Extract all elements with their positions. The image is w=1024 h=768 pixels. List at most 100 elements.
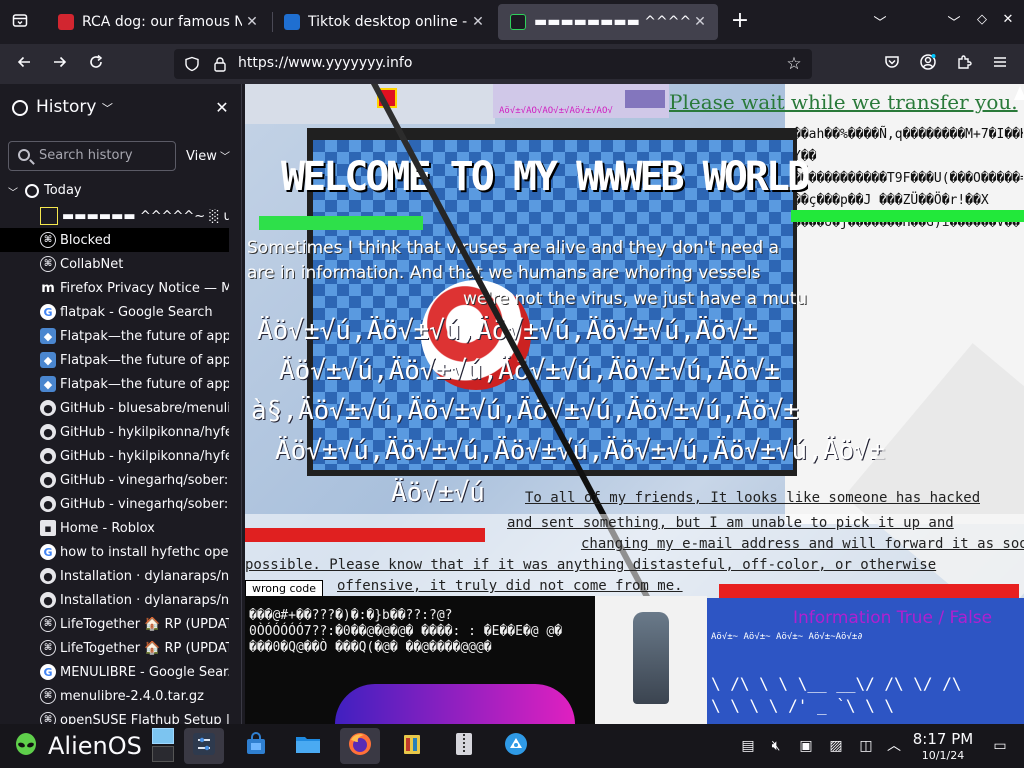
history-item-label: GitHub - vinegarhq/sober: (60, 496, 229, 512)
list-item[interactable]: ◆ Flatpak—the future of app. (0, 372, 229, 396)
list-item[interactable]: G MENULIBRE - Google Sear.. (0, 660, 229, 684)
sidebar-switcher[interactable]: History ﹀ (36, 97, 113, 117)
alien-launcher-icon[interactable] (12, 732, 40, 760)
glitch-block (625, 90, 665, 108)
minimize-icon[interactable]: ﹀ (944, 12, 964, 32)
virtual-desktop-pager[interactable] (152, 728, 174, 764)
hacked-notice-line: possible. Please know that if it was any… (245, 557, 937, 573)
roblox-sober-icon (504, 732, 528, 760)
taskbar-files-app[interactable] (288, 728, 328, 764)
web-page-content[interactable]: Äö√±√ÄÖ√ÄÖ√±√Äö√±√ÄÖ√ ��ah��%����Ñ,q����… (245, 84, 1024, 724)
search-history-input[interactable]: Search history (8, 141, 176, 171)
extensions-button[interactable] (950, 52, 978, 76)
tab-current[interactable]: ▬▬▬▬▬▬▬▬ ^^^^^~ ░ ui▀▄ ✕ (498, 4, 718, 40)
chevron-down-icon[interactable]: ﹀ (870, 12, 890, 32)
virus-text-line: Sometimes I think that viruses are alive… (247, 238, 779, 258)
taskbar-roblox-app[interactable] (496, 728, 536, 764)
list-item[interactable]: ● GitHub - vinegarhq/sober: (0, 492, 229, 516)
display-icon[interactable]: ▨ (826, 736, 846, 756)
app-menu-button[interactable] (986, 52, 1014, 76)
close-tab-icon[interactable]: ✕ (690, 12, 710, 32)
account-icon (919, 53, 937, 76)
taskbar-settings-app[interactable] (184, 728, 224, 764)
tray-expand-icon[interactable]: ︿ (884, 736, 904, 756)
close-tab-icon[interactable]: ✕ (468, 12, 488, 32)
reload-button[interactable] (82, 52, 110, 76)
list-item[interactable]: ▬▬▬▬▬▬ ^^^^^~ ░ ui▀▄ (0, 204, 229, 228)
history-item-label: LifeTogether 🏠 RP (UPDAT. (60, 640, 229, 656)
list-item[interactable]: Gflatpak - Google Search (0, 300, 229, 324)
list-item[interactable]: ⌘ openSUSE Flathub Setup | (0, 708, 229, 724)
volume-muted-icon[interactable]: 🔇︎ (766, 736, 786, 756)
list-item[interactable]: ● Installation · dylanaraps/n. (0, 588, 229, 612)
tracking-shield-icon[interactable] (184, 56, 200, 72)
mojibake-row: Äö√±√ú,Äö√±√ú,Äö√±√ú,Äö√±√ú,Äö√± (279, 356, 879, 386)
list-item[interactable]: m Firefox Privacy Notice — M (0, 276, 229, 300)
list-item[interactable]: ● GitHub - vinegarhq/sober: (0, 468, 229, 492)
disk-icon[interactable]: ▣ (796, 736, 816, 756)
red-bar (719, 584, 1019, 598)
url-text[interactable]: https://www.yyyyyyy.info (238, 55, 412, 71)
list-item[interactable]: ● GitHub - bluesabre/menuli. (0, 396, 229, 420)
list-item[interactable]: ⌘ menulibre-2.4.0.tar.gz (0, 684, 229, 708)
address-bar[interactable]: https://www.yyyyyyy.info ☆ (174, 49, 812, 79)
list-item[interactable]: ◆ Flatpak—the future of app. (0, 324, 229, 348)
back-button[interactable] (10, 52, 38, 76)
taskbar-zip-app[interactable] (444, 728, 484, 764)
tab-title: RCA dog: our famous Nipp (82, 14, 242, 30)
virus-text-line: are in information. And that we humans a… (247, 263, 761, 283)
list-all-tabs-button[interactable] (6, 10, 34, 34)
history-item-label: openSUSE Flathub Setup | (60, 712, 229, 725)
list-item[interactable]: ◆ Flatpak—the future of app. (0, 348, 229, 372)
tab-rca-dog[interactable]: RCA dog: our famous Nipp ✕ (46, 4, 270, 40)
list-item[interactable]: ● Installation · dylanaraps/n. (0, 564, 229, 588)
taskbar-discover-app[interactable] (236, 728, 276, 764)
github-icon: ● (40, 568, 56, 584)
bookmark-star-icon[interactable]: ☆ (784, 54, 804, 74)
network-icon[interactable]: ◫ (856, 736, 876, 756)
list-item[interactable]: Ghow to install hyfethc ope.. (0, 540, 229, 564)
history-group-today[interactable]: ﹀ Today (0, 182, 241, 202)
desktop-2-icon[interactable] (152, 746, 174, 762)
list-item[interactable]: ● GitHub - hykilpikonna/hyfe (0, 420, 229, 444)
system-clock[interactable]: 8:17 PM 10/1/24 (908, 730, 978, 762)
history-list: ▬▬▬▬▬▬ ^^^^^~ ░ ui▀▄ ⌘Blocked ⌘CollabNet… (0, 204, 241, 724)
search-icon (18, 149, 30, 161)
group-label: Today (44, 183, 82, 198)
list-item[interactable]: ⌘ Blocked (0, 228, 229, 252)
maximize-icon[interactable]: ◇ (972, 12, 992, 32)
list-item[interactable]: ▪ Home - Roblox (0, 516, 229, 540)
history-item-label: GitHub - hykilpikonna/hyfe (60, 424, 229, 440)
close-window-icon[interactable]: ✕ (998, 12, 1018, 32)
pocket-button[interactable] (878, 52, 906, 76)
sidebar-header: History ﹀ ✕ (0, 84, 241, 132)
background-block (245, 84, 495, 124)
soldier-figure-image (633, 612, 669, 704)
list-item[interactable]: ⌘ CollabNet (0, 252, 229, 276)
flatpak-icon: ◆ (40, 376, 56, 392)
forward-button[interactable] (46, 52, 74, 76)
show-desktop-icon[interactable]: ▭ (990, 736, 1010, 756)
list-item[interactable]: ⌘ LifeTogether 🏠 RP (UPDAT. (0, 636, 229, 660)
tab-title: ▬▬▬▬▬▬▬▬ ^^^^^~ ░ ui▀▄ (534, 14, 690, 30)
list-item[interactable]: ● GitHub - hykilpikonna/hyfe (0, 444, 229, 468)
close-sidebar-icon[interactable]: ✕ (212, 98, 232, 117)
tab-title: Tiktok desktop online - Run (308, 14, 468, 30)
taskbar-firefox-app[interactable] (340, 728, 380, 764)
information-true-false: Information True / False (793, 608, 993, 628)
history-item-label: Flatpak—the future of app. (60, 328, 229, 344)
clipboard-icon[interactable]: ▤ (738, 736, 758, 756)
view-menu-button[interactable]: View ﹀ (186, 148, 230, 164)
taskbar: AlienOS ▤ 🔇︎ ▣ ▨ ◫ ︿ 8:17 PM 10/1/24 ▭ (0, 724, 1024, 768)
tab-tiktok[interactable]: Tiktok desktop online - Run ✕ (272, 4, 496, 40)
wrong-code-label: wrong code (245, 580, 323, 597)
account-button[interactable] (914, 52, 942, 76)
list-item[interactable]: ⌘ LifeTogether 🏠 RP (UPDAT. (0, 612, 229, 636)
desktop-1-icon[interactable] (152, 728, 174, 744)
taskbar-archive-app[interactable] (392, 728, 432, 764)
purple-dome (335, 684, 575, 724)
hamburger-icon (992, 54, 1008, 75)
lock-icon[interactable] (212, 56, 228, 72)
new-tab-button[interactable]: + (728, 10, 752, 34)
close-tab-icon[interactable]: ✕ (242, 12, 262, 32)
